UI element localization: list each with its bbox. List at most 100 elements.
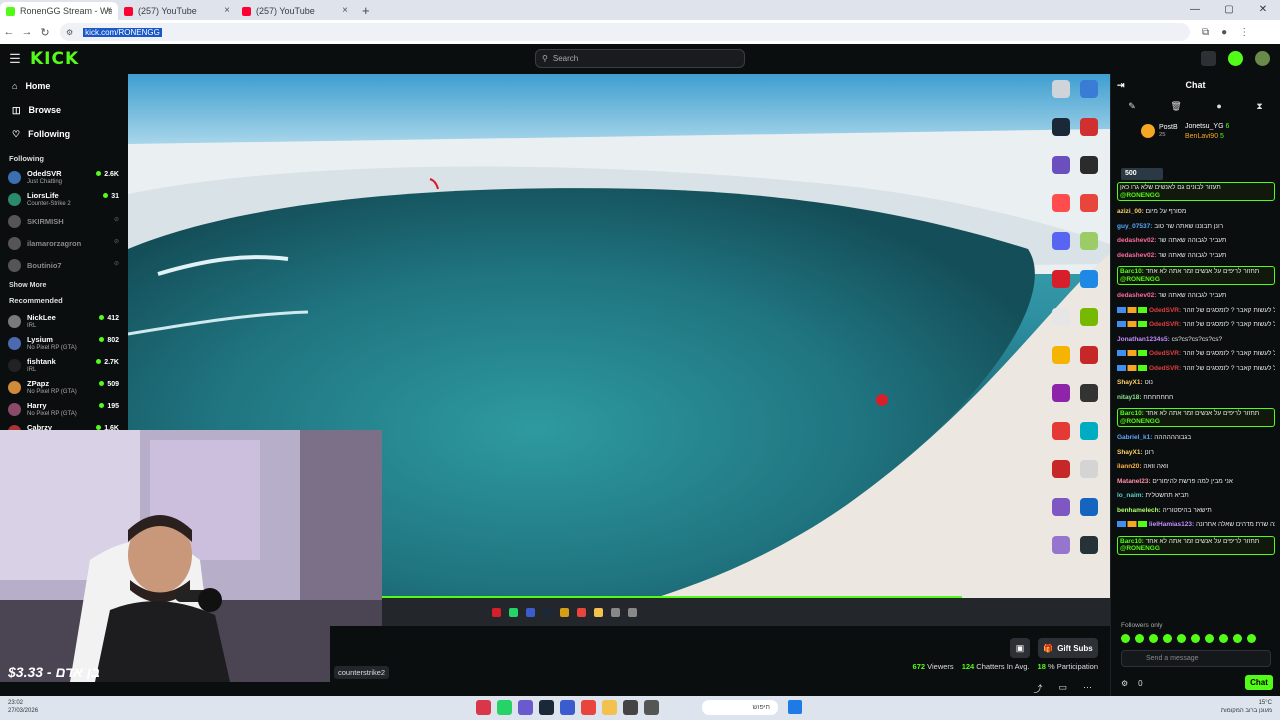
bubble-icon[interactable]: ●	[1216, 101, 1221, 111]
emote-icon[interactable]	[1219, 634, 1228, 643]
desktop-app-icon[interactable]	[1080, 536, 1098, 554]
desktop-app-icon[interactable]	[1080, 346, 1098, 364]
forward-icon[interactable]: →	[18, 26, 36, 38]
clip-button[interactable]: ▣	[1010, 638, 1030, 658]
game-taskbar-icon[interactable]	[543, 607, 552, 617]
channel-item[interactable]: LiorsLife Counter-Strike 2 31	[0, 188, 128, 210]
kick-coins-icon[interactable]	[1228, 51, 1243, 66]
chat-username[interactable]: dedashev02:	[1117, 237, 1156, 244]
desktop-app-icon[interactable]	[1080, 80, 1098, 98]
send-chat-button[interactable]: Chat	[1245, 675, 1273, 690]
browser-tab[interactable]: RonenGG Stream - Watch Live×	[0, 2, 118, 20]
emote-icon[interactable]	[1121, 634, 1130, 643]
desktop-app-icon[interactable]	[1080, 384, 1098, 402]
maximize-icon[interactable]: ▢	[1212, 0, 1246, 20]
chat-mention[interactable]: @RONENGG	[1120, 418, 1160, 425]
chat-username[interactable]: dedashev02:	[1117, 292, 1156, 299]
chat-mention[interactable]: @RONENGG	[1120, 545, 1160, 552]
chat-username[interactable]: guy_07537:	[1117, 223, 1152, 230]
chat-username[interactable]: nitay18:	[1117, 394, 1142, 401]
browser-tab[interactable]: (257) YouTube ×	[118, 2, 236, 20]
desktop-app-icon[interactable]	[1080, 270, 1098, 288]
kicks-badge[interactable]: 500	[1121, 168, 1163, 180]
collapse-chat-icon[interactable]: ⇥	[1117, 74, 1125, 96]
chrome-icon[interactable]	[581, 700, 596, 715]
emote-icon[interactable]	[1247, 634, 1256, 643]
close-window-icon[interactable]: ✕	[1246, 0, 1280, 20]
game-taskbar-icon[interactable]	[577, 607, 586, 617]
windows-start-icon[interactable]	[788, 700, 802, 714]
trash-icon[interactable]: 🗑	[1170, 101, 1181, 112]
reload-icon[interactable]: ↻	[36, 26, 54, 39]
desktop-app-icon[interactable]	[1080, 460, 1098, 478]
chat-username[interactable]: Matanel23:	[1117, 478, 1151, 485]
desktop-app-icon[interactable]	[1052, 308, 1070, 326]
chat-username[interactable]: Gabriel_k1:	[1117, 434, 1152, 441]
pin-icon[interactable]: ✎	[1128, 101, 1136, 112]
chat-mention[interactable]: @RONENGG	[1120, 192, 1160, 199]
desktop-app-icon[interactable]	[1080, 118, 1098, 136]
steam-icon[interactable]	[539, 700, 554, 715]
desktop-app-icon[interactable]	[1080, 498, 1098, 516]
chat-username[interactable]: lo_naim:	[1117, 492, 1144, 499]
taskbar-search[interactable]: חיפוש	[702, 700, 778, 715]
sidebar-item-browse[interactable]: ◫ Browse	[0, 98, 128, 122]
chat-mention[interactable]: @RONENGG	[1120, 276, 1160, 283]
desktop-app-icon[interactable]	[1052, 80, 1070, 98]
whatsapp-icon[interactable]	[497, 700, 512, 715]
sidebar-item-following[interactable]: ♡ Following	[0, 122, 128, 146]
url-field[interactable]: ⚙ kick.com/RONENGG	[60, 23, 1190, 41]
desktop-app-icon[interactable]	[1052, 346, 1070, 364]
emote-icon[interactable]	[1163, 634, 1172, 643]
chat-username[interactable]: ilann20:	[1117, 463, 1142, 470]
channel-item[interactable]: Harry No Pixel RP (GTA) 195	[0, 398, 128, 420]
theater-icon[interactable]: ▭	[1058, 682, 1067, 695]
app-icon[interactable]	[623, 700, 638, 715]
timer-icon[interactable]: ⧗	[1256, 101, 1262, 112]
channel-item[interactable]: Boutinio7 ⊘	[0, 254, 128, 276]
close-tab-icon[interactable]: ×	[106, 5, 112, 16]
game-taskbar-icon[interactable]	[594, 607, 603, 617]
app-icon[interactable]	[560, 700, 575, 715]
new-tab-button[interactable]: +	[354, 2, 378, 20]
back-icon[interactable]: ←	[0, 26, 18, 38]
menu-icon[interactable]: ⋮	[1239, 27, 1249, 38]
game-taskbar-icon[interactable]	[509, 607, 518, 617]
desktop-app-icon[interactable]	[1052, 118, 1070, 136]
chat-username[interactable]: Barc10:	[1120, 538, 1144, 545]
game-taskbar-icon[interactable]	[560, 607, 569, 617]
desktop-app-icon[interactable]	[1052, 422, 1070, 440]
site-info-icon[interactable]: ⚙	[66, 28, 73, 37]
channel-item[interactable]: SKIRMISH ⊘	[0, 210, 128, 232]
desktop-app-icon[interactable]	[1052, 156, 1070, 174]
channel-item[interactable]: ilamarorzagron ⊘	[0, 232, 128, 254]
app-icon[interactable]	[644, 700, 659, 715]
emote-icon[interactable]	[1233, 634, 1242, 643]
emote-icon[interactable]	[1177, 634, 1186, 643]
desktop-app-icon[interactable]	[1052, 498, 1070, 516]
chat-username[interactable]: Barc10:	[1120, 268, 1144, 275]
folder-icon[interactable]	[602, 700, 617, 715]
game-taskbar-icon[interactable]	[628, 607, 637, 617]
channel-item[interactable]: NickLee IRL 412	[0, 310, 128, 332]
category-tag[interactable]: counterstrike2	[334, 666, 390, 679]
app-icon[interactable]	[476, 700, 491, 715]
profile-icon[interactable]: ●	[1221, 27, 1227, 38]
chat-username[interactable]: OdedSVR:	[1149, 321, 1181, 328]
chat-username[interactable]: OdedSVR:	[1149, 350, 1181, 357]
chat-message-input[interactable]: Send a message	[1121, 650, 1271, 667]
minimize-icon[interactable]: —	[1178, 0, 1212, 20]
user-avatar[interactable]	[1255, 51, 1270, 66]
weather-widget[interactable]: 15°C מעונן ברוב המקומות	[1221, 699, 1272, 715]
desktop-app-icon[interactable]	[1052, 460, 1070, 478]
chat-username[interactable]: ShayX1:	[1117, 449, 1143, 456]
chat-username[interactable]: Barc10:	[1120, 410, 1144, 417]
channel-item[interactable]: ZPapz No Pixel RP (GTA) 509	[0, 376, 128, 398]
app-icon[interactable]	[518, 700, 533, 715]
channel-item[interactable]: fishtank IRL 2.7K	[0, 354, 128, 376]
share-icon[interactable]: ⤴	[1033, 682, 1042, 695]
game-taskbar-icon[interactable]	[611, 607, 620, 617]
channel-item[interactable]: Lysium No Pixel RP (GTA) 802	[0, 332, 128, 354]
hamburger-menu-icon[interactable]: ☰	[0, 51, 30, 67]
gift-subs-button[interactable]: 🎁 Gift Subs	[1038, 638, 1098, 658]
